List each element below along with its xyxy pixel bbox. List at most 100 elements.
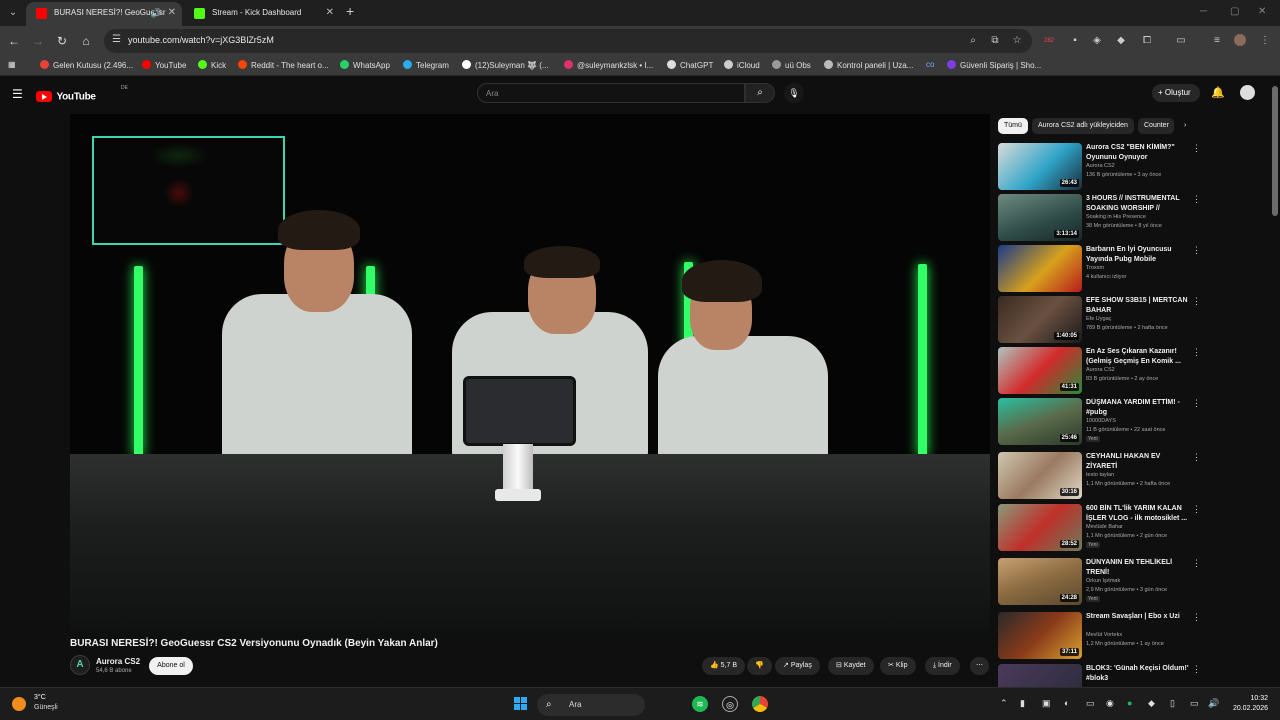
puzzle-icon[interactable]: ⧠: [1140, 34, 1154, 48]
weather-description[interactable]: Güneşli: [34, 704, 58, 711]
more-options-icon[interactable]: ⋮: [1192, 245, 1201, 256]
notifications-bell-icon[interactable]: 🔔: [1211, 86, 1225, 99]
bookmark-instagram[interactable]: @suleymankzlsk • I...: [564, 60, 653, 70]
recommendation-title[interactable]: En Az Ses Çıkaran Kazanır! (Gelmiş Geçmi…: [1086, 347, 1190, 366]
speaker-icon[interactable]: 🔊: [151, 2, 162, 24]
share-button[interactable]: ↗ Paylaş: [775, 657, 820, 675]
profile-avatar[interactable]: [1234, 34, 1246, 46]
bookmark-shop[interactable]: Güvenli Sipariş | Sho...: [947, 60, 1041, 70]
channel-name[interactable]: Aurora CS2: [96, 657, 140, 666]
more-options-icon[interactable]: ⋮: [1192, 194, 1201, 205]
video-thumbnail[interactable]: [998, 245, 1082, 292]
recommendation-title[interactable]: Aurora CS2 "BEN KİMİM?" Oyununu Oynuyor: [1086, 143, 1190, 162]
create-button[interactable]: + Oluştur: [1152, 84, 1200, 102]
clock[interactable]: 10:32 20.02.2026: [1228, 694, 1268, 714]
spotify-icon[interactable]: ≋: [692, 696, 708, 712]
account-avatar[interactable]: [1240, 85, 1255, 100]
video-thumbnail[interactable]: 1:40:05: [998, 296, 1082, 343]
like-button[interactable]: 👍 5,7 B: [702, 657, 746, 675]
video-thumbnail[interactable]: 3:13:14: [998, 194, 1082, 241]
recommendation-title[interactable]: BLOK3: 'Günah Keçisi Oldum!' #blok3: [1086, 664, 1190, 683]
recommendation-title[interactable]: DÜŞMANA YARDIM ETTİM! - #pubg: [1086, 398, 1190, 417]
recommendation-title[interactable]: CEYHANLI HAKAN EV ZİYARETİ: [1086, 452, 1190, 471]
video-thumbnail[interactable]: 24:28: [998, 558, 1082, 605]
recommendation-item[interactable]: 30:16 CEYHANLI HAKAN EV ZİYARETİ testo t…: [998, 452, 1208, 500]
more-options-icon[interactable]: ⋮: [1192, 452, 1201, 463]
close-tab-icon[interactable]: ✕: [326, 2, 334, 24]
recommendation-item[interactable]: 28:52 600 BİN TL'lik YARIM KALAN İŞLER V…: [998, 504, 1208, 552]
tray-overflow-icon[interactable]: ⌃: [1000, 698, 1008, 709]
voice-search-icon[interactable]: 🎙: [784, 83, 804, 103]
volume-icon[interactable]: 🔊: [1208, 698, 1219, 709]
video-thumbnail[interactable]: 25:46: [998, 398, 1082, 445]
tab-kick[interactable]: Stream - Kick Dashboard ✕: [184, 2, 340, 26]
subscribe-button[interactable]: Abone ol: [149, 657, 193, 675]
search-button[interactable]: ⌕: [745, 83, 775, 103]
video-thumbnail[interactable]: 28:52: [998, 504, 1082, 551]
more-options-icon[interactable]: ⋮: [1192, 612, 1201, 623]
tray-app-icon[interactable]: ◐: [1064, 698, 1069, 708]
chevron-right-icon[interactable]: ›: [1178, 118, 1192, 134]
network-icon[interactable]: ▭: [1190, 698, 1199, 709]
recommendation-title[interactable]: 600 BİN TL'lik YARIM KALAN İŞLER VLOG - …: [1086, 504, 1190, 523]
download-button[interactable]: ⤓ İndir: [925, 657, 960, 675]
close-tab-icon[interactable]: ✕: [168, 2, 176, 24]
more-actions-icon[interactable]: ⋯: [970, 657, 989, 675]
minimize-icon[interactable]: ─: [1200, 6, 1207, 17]
tray-app-icon[interactable]: ▮: [1020, 698, 1025, 709]
bookmark-star-icon[interactable]: ☆: [1010, 34, 1024, 48]
more-options-icon[interactable]: ⋮: [1192, 664, 1201, 675]
more-options-icon[interactable]: ⋮: [1192, 143, 1201, 154]
sun-icon[interactable]: [12, 697, 26, 711]
video-player[interactable]: [70, 114, 990, 631]
tray-app-icon[interactable]: ◉: [1106, 698, 1114, 709]
more-options-icon[interactable]: ⋮: [1192, 558, 1201, 569]
tab-search-icon[interactable]: ⌄: [6, 6, 20, 20]
dislike-button[interactable]: 👎: [747, 657, 772, 675]
bookmark-chatgpt[interactable]: ChatGPT: [667, 60, 713, 70]
extension-icon[interactable]: ▪: [1068, 34, 1082, 48]
menu-icon[interactable]: ⋮: [1258, 34, 1272, 48]
video-thumbnail[interactable]: 26:43: [998, 143, 1082, 190]
more-options-icon[interactable]: ⋮: [1192, 504, 1201, 515]
recommendation-title[interactable]: Barbarın En İyi Oyuncusu Yayında Pubg Mo…: [1086, 245, 1190, 264]
cast-icon[interactable]: ⧉: [988, 34, 1002, 48]
recommendation-title[interactable]: Stream Savaşları | Ebo x Uzi: [1086, 612, 1190, 622]
tray-app-icon[interactable]: ▣: [1042, 698, 1051, 709]
more-options-icon[interactable]: ⋮: [1192, 347, 1201, 358]
hamburger-menu-icon[interactable]: ☰: [12, 87, 23, 101]
recommendation-item[interactable]: 37:11 Stream Savaşları | Ebo x Uzi Mevlü…: [998, 612, 1208, 660]
windows-start-icon[interactable]: [514, 697, 528, 711]
channel-avatar[interactable]: A: [70, 655, 90, 675]
maximize-icon[interactable]: ▢: [1230, 6, 1239, 17]
recommendation-item[interactable]: 25:46 DÜŞMANA YARDIM ETTİM! - #pubg 1000…: [998, 398, 1208, 446]
chip-all[interactable]: Tümü: [998, 118, 1028, 134]
recommendation-item[interactable]: 26:43 Aurora CS2 "BEN KİMİM?" Oyununu Oy…: [998, 143, 1208, 191]
extension-badge[interactable]: 282: [1042, 34, 1056, 48]
shield-icon[interactable]: ◈: [1090, 34, 1104, 48]
new-tab-button[interactable]: +: [346, 3, 354, 19]
bookmark-gmail[interactable]: Gelen Kutusu (2.496...: [40, 60, 133, 70]
bookmark-control-panel[interactable]: Kontrol paneli | Uza...: [824, 60, 913, 70]
chrome-icon[interactable]: [752, 696, 768, 712]
clip-button[interactable]: ✂ Klip: [880, 657, 916, 675]
search-input[interactable]: Ara: [477, 83, 745, 103]
reload-icon[interactable]: ↻: [54, 33, 70, 49]
bookmark-kick[interactable]: Kick: [198, 60, 226, 70]
chip-from-uploader[interactable]: Aurora CS2 adlı yükleyiciden: [1032, 118, 1134, 134]
bookmark-obs[interactable]: uü Obs: [772, 60, 811, 70]
close-window-icon[interactable]: ✕: [1258, 6, 1266, 17]
video-thumbnail[interactable]: 30:16: [998, 452, 1082, 499]
apps-icon[interactable]: ▦: [8, 60, 16, 69]
zoom-icon[interactable]: ⌕: [966, 34, 980, 48]
forward-arrow-icon[interactable]: →: [30, 33, 46, 49]
tray-app-icon[interactable]: ▭: [1086, 698, 1095, 709]
more-options-icon[interactable]: ⋮: [1192, 398, 1201, 409]
bookmark-telegram[interactable]: Telegram: [403, 60, 449, 70]
bookmark-tiktok[interactable]: (12)Suleyman 🐺 (...: [462, 60, 549, 70]
recommendation-title[interactable]: 3 HOURS // INSTRUMENTAL SOAKING WORSHIP …: [1086, 194, 1190, 214]
recommendation-item[interactable]: 1:40:05 EFE SHOW S3B15 | MERTCAN BAHAR E…: [998, 296, 1208, 344]
video-thumbnail[interactable]: 41:31: [998, 347, 1082, 394]
save-button[interactable]: ⊟ Kaydet: [828, 657, 874, 675]
youtube-logo[interactable]: YouTube DE: [36, 85, 128, 103]
